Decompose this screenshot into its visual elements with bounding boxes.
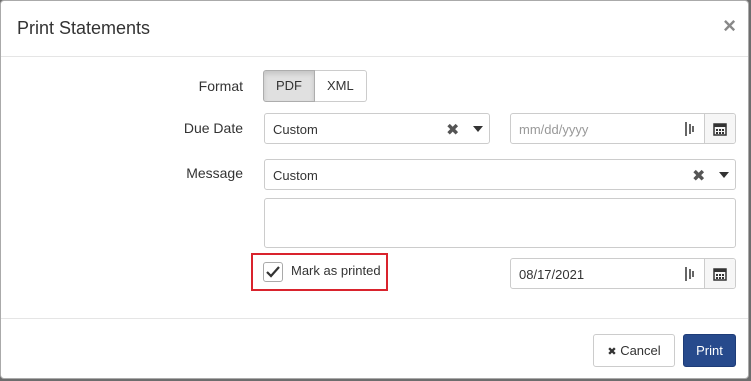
chevron-down-icon[interactable] — [719, 172, 729, 178]
text-cursor-icon — [685, 122, 694, 136]
format-label: Format — [198, 78, 243, 94]
message-textarea[interactable] — [264, 198, 736, 248]
due-date-select[interactable]: Custom ✖ — [264, 113, 490, 144]
message-select[interactable]: Custom ✖ — [264, 159, 736, 190]
dialog-footer: ✖ Cancel Print — [1, 318, 748, 381]
calendar-icon — [713, 268, 727, 281]
message-label: Message — [186, 165, 243, 181]
calendar-button[interactable] — [704, 114, 735, 143]
format-toggle-group: PDF XML — [263, 70, 367, 102]
printed-date-input[interactable]: 08/17/2021 — [510, 258, 736, 289]
close-icon[interactable]: × — [723, 15, 736, 37]
message-select-value: Custom — [273, 168, 318, 183]
format-pdf-button[interactable]: PDF — [263, 70, 315, 102]
due-date-label: Due Date — [183, 120, 243, 136]
print-statements-dialog: Print Statements × Format PDF XML Due Da… — [0, 0, 749, 379]
dialog-header: Print Statements × — [1, 1, 748, 57]
due-date-input[interactable]: mm/dd/yyyy — [510, 113, 736, 144]
clear-icon[interactable]: ✖ — [692, 166, 705, 186]
format-xml-button[interactable]: XML — [315, 70, 367, 102]
cancel-button-label: Cancel — [620, 343, 661, 358]
due-date-placeholder: mm/dd/yyyy — [519, 122, 589, 137]
printed-date-value: 08/17/2021 — [519, 267, 585, 282]
x-icon: ✖ — [607, 346, 617, 358]
text-cursor-icon — [685, 267, 694, 281]
chevron-down-icon[interactable] — [473, 126, 483, 132]
calendar-button[interactable] — [704, 259, 735, 288]
cancel-button[interactable]: ✖ Cancel — [593, 334, 675, 367]
print-button-label: Print — [696, 343, 723, 358]
dialog-title: Print Statements — [17, 18, 151, 38]
calendar-icon — [713, 123, 727, 136]
mark-printed-checkbox[interactable] — [263, 262, 283, 282]
clear-icon[interactable]: ✖ — [446, 120, 459, 140]
due-date-select-value: Custom — [273, 122, 318, 137]
mark-printed-label[interactable]: Mark as printed — [291, 263, 381, 278]
print-button[interactable]: Print — [683, 334, 736, 367]
check-icon — [266, 266, 280, 278]
